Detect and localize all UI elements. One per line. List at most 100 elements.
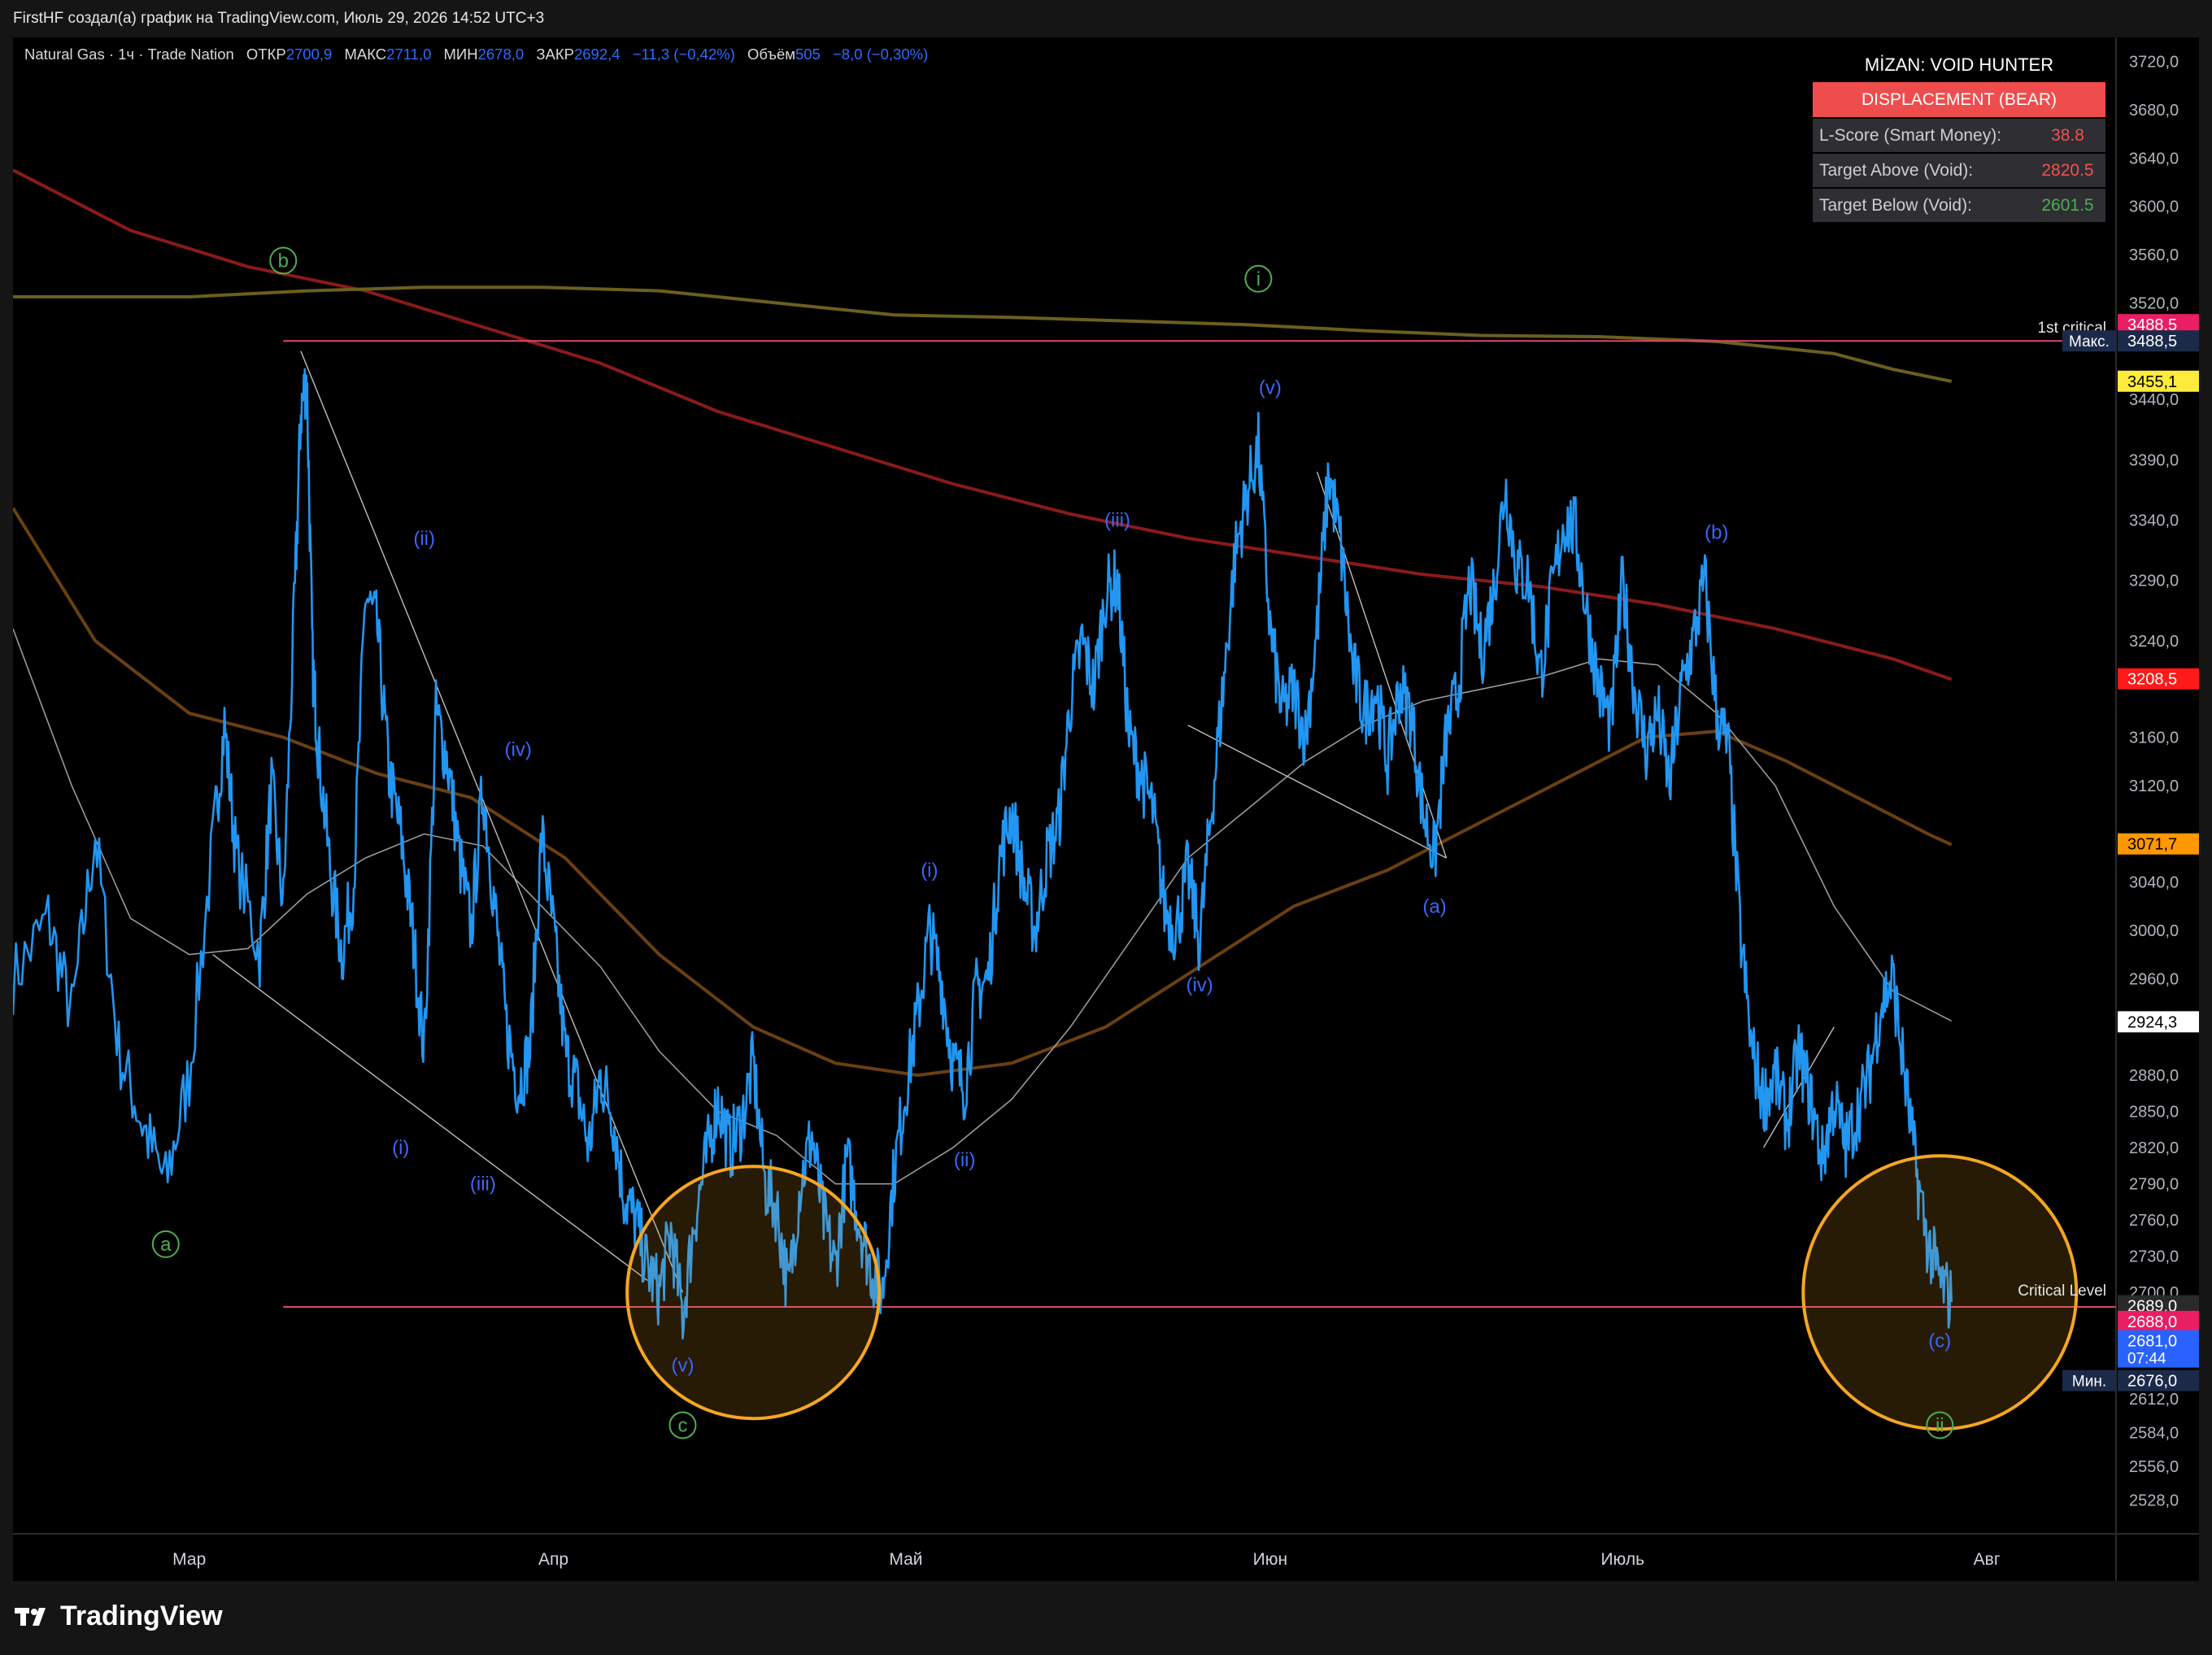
moving-average-line (13, 628, 1953, 1185)
wave-label: (c) (1928, 1331, 1951, 1352)
mizan-row-value: 38.8 (2030, 119, 2105, 152)
mizan-row-value: 2601.5 (2030, 189, 2105, 222)
mizan-row-label: L-Score (Smart Money): (1819, 125, 2002, 145)
price-badge-label: 3488,5 (2127, 333, 2177, 351)
y-axis-tick-label: 3160,0 (2129, 730, 2179, 747)
mizan-row-target-below: Target Below (Void): 2601.5 (1813, 189, 2105, 222)
y-axis-tick-label: 3720,0 (2129, 54, 2179, 72)
moving-average-line (13, 168, 1953, 682)
x-axis-tick-label: Мар (172, 1550, 206, 1569)
y-axis-tick-label: 3340,0 (2129, 512, 2179, 530)
mizan-status: DISPLACEMENT (BEAR) (1813, 82, 2105, 117)
wave-label: (i) (921, 860, 938, 882)
wave-label: a (160, 1234, 172, 1256)
price-chart-svg[interactable]: baciii(ii)(iv)(i)(iii)(v)(i)(ii)(iii)(iv… (13, 37, 2199, 1581)
y-axis-tick-label: 2960,0 (2129, 970, 2179, 988)
x-axis-tick-label: Апр (538, 1550, 568, 1569)
y-axis-tick-label: 3520,0 (2129, 294, 2179, 312)
close-label: ЗАКР (536, 46, 574, 63)
y-axis-tick-label: 2584,0 (2129, 1424, 2179, 1442)
y-axis-tick-label: 3680,0 (2129, 102, 2179, 120)
footer-bar (0, 1581, 2212, 1655)
mizan-row-label: Target Below (Void): (1819, 195, 1972, 215)
y-axis-tick-label: 3000,0 (2129, 922, 2179, 940)
wave-label: (iv) (505, 738, 532, 760)
y-axis-tick-label: 3390,0 (2129, 451, 2179, 469)
y-axis-tick-label: 2880,0 (2129, 1067, 2179, 1085)
trend-line (1187, 725, 1447, 859)
tradingview-wordmark: TradingView (60, 1601, 223, 1631)
x-axis-tick-label: Июн (1253, 1550, 1287, 1569)
wave-label: (v) (1259, 377, 1282, 399)
price-badge-prefix: Мин. (2072, 1374, 2106, 1391)
wave-label: i (1256, 268, 1261, 290)
low-label: МИН (443, 46, 478, 63)
tradingview-icon (15, 1607, 46, 1626)
price-badge-label: 2676,0 (2127, 1373, 2177, 1391)
x-axis-tick-label: Июль (1600, 1550, 1644, 1569)
chart-attribution: FirstHF создал(а) график на TradingView.… (0, 0, 2212, 37)
trend-line (300, 351, 684, 1293)
wave-label: c (677, 1414, 687, 1436)
open-value: 2700,9 (285, 46, 333, 63)
mizan-indicator-table: MİZAN: VOID HUNTER DISPLACEMENT (BEAR) L… (1813, 47, 2105, 222)
y-axis-tick-label: 3440,0 (2129, 391, 2179, 409)
moving-average-line (13, 285, 1953, 383)
price-badge-label: 3455,1 (2127, 373, 2177, 391)
y-axis-tick-label: 2556,0 (2129, 1458, 2179, 1476)
price-badge-label: 2681,0 (2127, 1333, 2177, 1351)
wave-label: (i) (392, 1137, 409, 1159)
volume-change: −8,0 (−0,30%) (832, 46, 929, 63)
x-axis-tick-label: Май (889, 1550, 922, 1569)
price-badge-prefix: Макс. (2069, 333, 2110, 351)
y-axis-tick-label: 2760,0 (2129, 1212, 2179, 1230)
y-axis-tick-label: 2820,0 (2129, 1139, 2179, 1157)
y-axis-tick-label: 3040,0 (2129, 874, 2179, 892)
symbol-legend: Natural Gas · 1ч · Trade Nation ОТКР2700… (24, 46, 928, 63)
x-axis-tick-label: Авг (1974, 1550, 2001, 1569)
y-axis-tick-label: 2528,0 (2129, 1492, 2179, 1509)
wave-label: (iii) (470, 1174, 496, 1196)
wave-label: b (278, 250, 289, 272)
y-axis-tick-label: 3600,0 (2129, 198, 2179, 216)
y-axis-tick-label: 3290,0 (2129, 573, 2179, 590)
wave-label: (iii) (1104, 510, 1130, 532)
open-label: ОТКР (246, 46, 286, 63)
y-axis-tick-label: 3120,0 (2129, 777, 2179, 795)
trend-line (1316, 471, 1448, 859)
chart-area[interactable]: b a c i ii (ii) (iv) (i) (iii) (v) (i) (ii) (iii) (iv… (13, 37, 2199, 1581)
price-badge-label: 3208,5 (2127, 671, 2177, 689)
volume-value: 505 (795, 46, 821, 63)
wave-label: ii (1936, 1414, 1944, 1436)
mizan-row-lscore: L-Score (Smart Money): 38.8 (1813, 119, 2105, 152)
mizan-row-label: Target Above (Void): (1819, 160, 1974, 180)
price-series-line (13, 368, 1953, 1340)
wave-label: (a) (1422, 895, 1446, 917)
wave-label: (b) (1705, 521, 1728, 543)
price-badge-label: 2688,0 (2127, 1313, 2177, 1331)
void-zone-circle (625, 1165, 882, 1421)
mizan-row-target-above: Target Above (Void): 2820.5 (1813, 154, 2105, 187)
mizan-title: MİZAN: VOID HUNTER (1813, 47, 2105, 82)
symbol-name[interactable]: Natural Gas · 1ч · Trade Nation (24, 46, 234, 63)
wave-label: (iv) (1186, 974, 1213, 996)
y-axis-tick-label: 2730,0 (2129, 1248, 2179, 1266)
high-label: МАКС (344, 46, 387, 63)
y-axis-tick-label: 2790,0 (2129, 1176, 2179, 1194)
price-badge-label: 3071,7 (2127, 836, 2177, 854)
line-level-label: Critical Level (2018, 1283, 2106, 1300)
low-value: 2678,0 (477, 46, 525, 63)
price-badge-countdown: 07:44 (2127, 1351, 2166, 1368)
y-axis-tick-label: 2612,0 (2129, 1391, 2179, 1409)
y-axis-tick-label: 2850,0 (2129, 1104, 2179, 1121)
high-value: 2711,0 (386, 46, 432, 63)
change-value: −11,3 (−0,42%) (632, 46, 735, 63)
tradingview-logo[interactable]: TradingView (15, 1601, 223, 1632)
y-axis-tick-label: 3560,0 (2129, 246, 2179, 264)
y-axis-tick-label: 3240,0 (2129, 633, 2179, 651)
y-axis-tick-label: 3640,0 (2129, 150, 2179, 168)
volume-label: Объём (747, 46, 795, 63)
wave-label: (v) (671, 1354, 694, 1376)
price-badge-label: 2924,3 (2127, 1013, 2177, 1031)
mizan-row-value: 2820.5 (2030, 154, 2105, 187)
